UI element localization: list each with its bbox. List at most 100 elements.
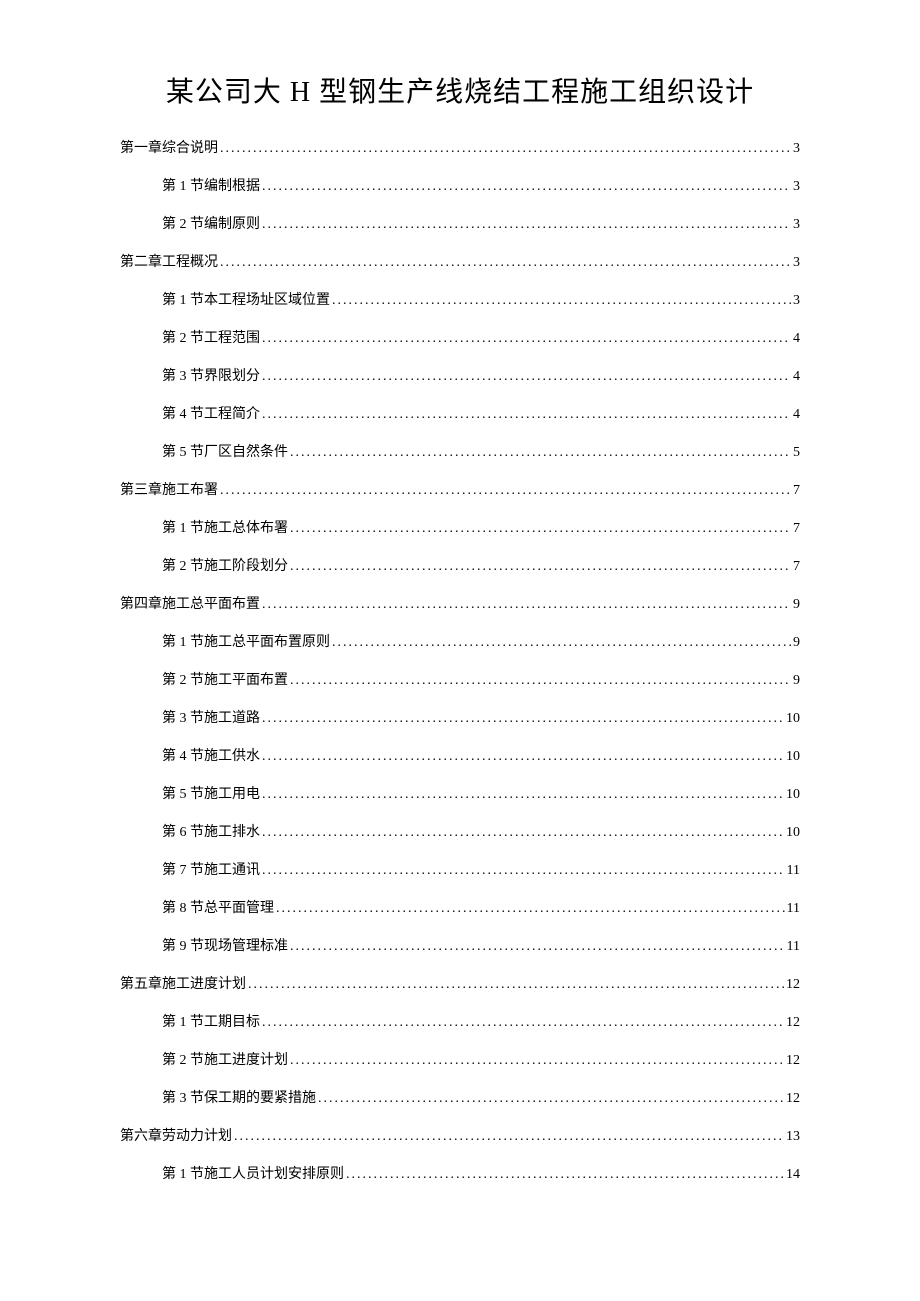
toc-leader-dots xyxy=(290,560,791,574)
toc-page-number: 13 xyxy=(786,1130,800,1144)
toc-leader-dots xyxy=(220,484,791,498)
toc-page-number: 12 xyxy=(786,978,800,992)
toc-label: 第 2 节施工阶段划分 xyxy=(162,560,288,574)
toc-leader-dots xyxy=(262,332,791,346)
toc-leader-dots xyxy=(290,446,791,460)
toc-entry: 第 2 节施工平面布置 9 xyxy=(120,674,800,688)
toc-page-number: 10 xyxy=(786,750,800,764)
toc-entry: 第 8 节总平面管理 11 xyxy=(120,902,800,916)
table-of-contents: 第一章综合说明 3 第 1 节编制根据 3 第 2 节编制原则 3 第二章工程概况3 第 1 … xyxy=(120,142,800,1182)
toc-page-number: 4 xyxy=(793,408,800,422)
toc-page-number: 7 xyxy=(793,484,800,498)
toc-entry: 第二章工程概况3 xyxy=(120,256,800,270)
toc-page-number: 7 xyxy=(793,522,800,536)
toc-entry: 第四章施工总平面布置 9 xyxy=(120,598,800,612)
toc-label: 第 1 节施工总体布署 xyxy=(162,522,288,536)
toc-entry: 第 3 节界限划分 4 xyxy=(120,370,800,384)
toc-entry: 第 2 节施工阶段划分 7 xyxy=(120,560,800,574)
toc-entry: 第三章施工布署 7 xyxy=(120,484,800,498)
toc-page-number: 10 xyxy=(786,788,800,802)
toc-page-number: 3 xyxy=(793,294,800,308)
toc-label: 第四章施工总平面布置 xyxy=(120,598,260,612)
toc-entry: 第 4 节工程简介4 xyxy=(120,408,800,422)
toc-label: 第 6 节施工排水 xyxy=(162,826,260,840)
toc-entry: 第 4 节施工供水 10 xyxy=(120,750,800,764)
toc-leader-dots xyxy=(262,750,784,764)
toc-label: 第 3 节施工道路 xyxy=(162,712,260,726)
toc-leader-dots xyxy=(346,1168,784,1182)
toc-entry: 第 1 节工期目标 12 xyxy=(120,1016,800,1030)
toc-entry: 第 9 节现场管理标准 11 xyxy=(120,940,800,954)
toc-page-number: 10 xyxy=(786,712,800,726)
toc-page-number: 9 xyxy=(793,636,800,650)
toc-leader-dots xyxy=(332,636,791,650)
toc-page-number: 10 xyxy=(786,826,800,840)
toc-leader-dots xyxy=(262,218,791,232)
toc-entry: 第 6 节施工排水 10 xyxy=(120,826,800,840)
toc-leader-dots xyxy=(262,180,791,194)
toc-leader-dots xyxy=(234,1130,784,1144)
toc-leader-dots xyxy=(318,1092,784,1106)
toc-label: 第六章劳动力计划 xyxy=(120,1130,232,1144)
toc-leader-dots xyxy=(262,370,791,384)
toc-label: 第 3 节保工期的要紧措施 xyxy=(162,1092,316,1106)
toc-label: 第 7 节施工通讯 xyxy=(162,864,260,878)
toc-leader-dots xyxy=(262,864,785,878)
toc-page-number: 9 xyxy=(793,674,800,688)
toc-label: 第 2 节编制原则 xyxy=(162,218,260,232)
toc-page-number: 11 xyxy=(787,940,800,954)
toc-label: 第五章施工进度计划 xyxy=(120,978,246,992)
toc-page-number: 12 xyxy=(786,1016,800,1030)
toc-entry: 第一章综合说明 3 xyxy=(120,142,800,156)
toc-leader-dots xyxy=(248,978,784,992)
toc-page-number: 11 xyxy=(787,864,800,878)
toc-label: 第 2 节施工进度计划 xyxy=(162,1054,288,1068)
toc-leader-dots xyxy=(332,294,791,308)
toc-leader-dots xyxy=(262,712,784,726)
toc-label: 第一章综合说明 xyxy=(120,142,218,156)
toc-leader-dots xyxy=(220,256,791,270)
document-title: 某公司大 H 型钢生产线烧结工程施工组织设计 xyxy=(120,70,800,110)
toc-label: 第 1 节编制根据 xyxy=(162,180,260,194)
toc-leader-dots xyxy=(276,902,785,916)
toc-entry: 第 2 节工程范围4 xyxy=(120,332,800,346)
toc-page-number: 3 xyxy=(793,142,800,156)
toc-leader-dots xyxy=(262,788,784,802)
toc-leader-dots xyxy=(290,522,791,536)
toc-entry: 第 1 节施工人员计划安排原则14 xyxy=(120,1168,800,1182)
toc-page-number: 7 xyxy=(793,560,800,574)
toc-label: 第 5 节施工用电 xyxy=(162,788,260,802)
toc-entry: 第 1 节本工程场址区域位置 3 xyxy=(120,294,800,308)
toc-leader-dots xyxy=(290,674,791,688)
toc-entry: 第五章施工进度计划 12 xyxy=(120,978,800,992)
toc-label: 第 1 节本工程场址区域位置 xyxy=(162,294,330,308)
toc-entry: 第六章劳动力计划 13 xyxy=(120,1130,800,1144)
toc-entry: 第 3 节保工期的要紧措施12 xyxy=(120,1092,800,1106)
toc-entry: 第 2 节施工进度计划12 xyxy=(120,1054,800,1068)
toc-leader-dots xyxy=(262,598,791,612)
toc-page-number: 14 xyxy=(786,1168,800,1182)
toc-page-number: 4 xyxy=(793,370,800,384)
toc-label: 第三章施工布署 xyxy=(120,484,218,498)
toc-label: 第 2 节施工平面布置 xyxy=(162,674,288,688)
toc-label: 第 5 节厂区自然条件 xyxy=(162,446,288,460)
toc-leader-dots xyxy=(220,142,791,156)
toc-label: 第 3 节界限划分 xyxy=(162,370,260,384)
toc-leader-dots xyxy=(290,940,785,954)
toc-label: 第 9 节现场管理标准 xyxy=(162,940,288,954)
toc-entry: 第 7 节施工通讯 11 xyxy=(120,864,800,878)
toc-entry: 第 1 节施工总平面布置原则 9 xyxy=(120,636,800,650)
toc-page-number: 5 xyxy=(793,446,800,460)
toc-label: 第 1 节施工总平面布置原则 xyxy=(162,636,330,650)
toc-page-number: 9 xyxy=(793,598,800,612)
toc-entry: 第 5 节厂区自然条件 5 xyxy=(120,446,800,460)
toc-entry: 第 2 节编制原则 3 xyxy=(120,218,800,232)
toc-leader-dots xyxy=(290,1054,784,1068)
toc-label: 第 8 节总平面管理 xyxy=(162,902,274,916)
toc-label: 第 4 节施工供水 xyxy=(162,750,260,764)
toc-leader-dots xyxy=(262,1016,784,1030)
toc-label: 第二章工程概况 xyxy=(120,256,218,270)
toc-page-number: 11 xyxy=(787,902,800,916)
toc-page-number: 3 xyxy=(793,218,800,232)
toc-label: 第 1 节工期目标 xyxy=(162,1016,260,1030)
